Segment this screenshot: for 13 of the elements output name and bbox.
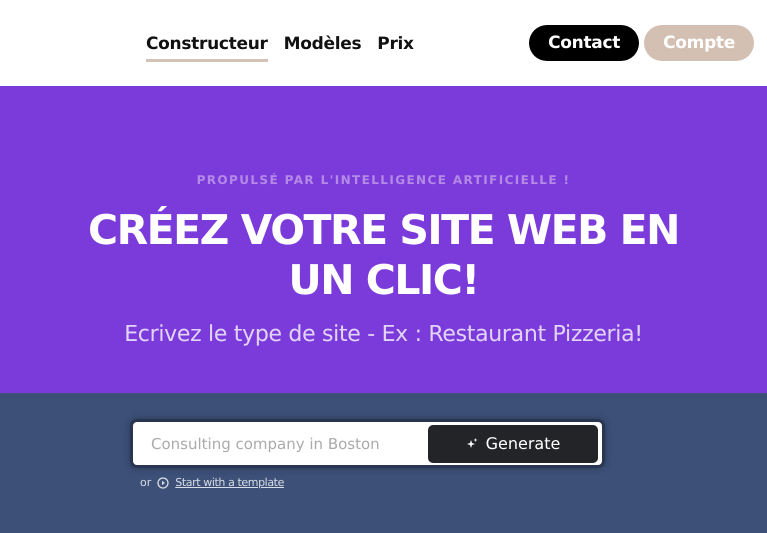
template-link[interactable]: Start with a template — [175, 476, 284, 489]
hero-title: CRÉEZ VOTRE SITE WEB EN UN CLIC! — [87, 205, 680, 305]
play-icon — [157, 476, 170, 488]
nav-tab[interactable]: Prix — [377, 28, 414, 62]
nav-tab[interactable]: Modèles — [284, 28, 362, 62]
contact-button[interactable]: Contact — [529, 25, 640, 61]
prompt-field[interactable]: Consulting company in Boston Generate — [130, 419, 605, 468]
or-text: or — [140, 476, 152, 489]
hero-subtitle: Ecrivez le type de site - Ex : Restaurant Pizzeria! — [124, 322, 643, 347]
sparkle-icon — [466, 438, 478, 450]
nav-tab[interactable]: Constructeur — [146, 28, 268, 62]
eyebrow-text: PROPULSÉ PAR L'INTELLIGENCE ARTIFICIELLE ! — [196, 173, 570, 187]
generate-button[interactable]: Generate — [428, 424, 598, 462]
